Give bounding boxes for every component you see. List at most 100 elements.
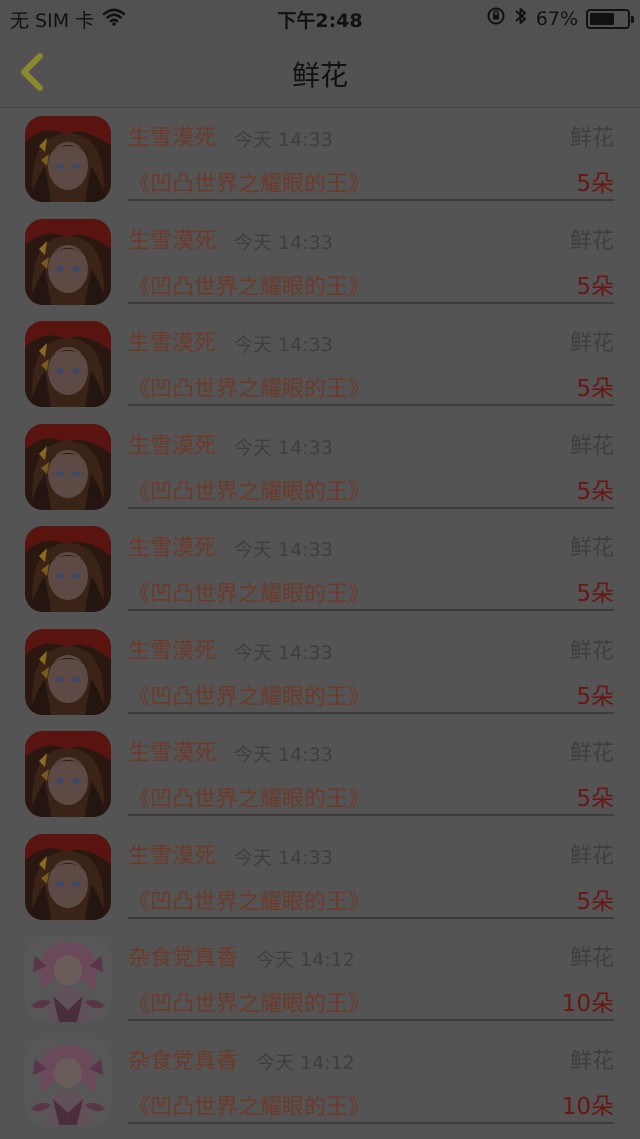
timestamp: 今天 14:33	[234, 539, 333, 561]
gift-count: 5朵	[576, 786, 614, 812]
navigation-bar: 鲜花	[0, 36, 640, 108]
avatar-dark-haired-girl[interactable]	[25, 218, 111, 305]
gift-type: 鲜花	[569, 433, 614, 459]
divider	[128, 199, 614, 201]
book-title[interactable]: 《凹凸世界之耀眼的王》	[128, 371, 370, 403]
username[interactable]: 生雪漠死	[128, 633, 216, 665]
gift-type: 鲜花	[569, 228, 614, 254]
book-title[interactable]: 《凹凸世界之耀眼的王》	[128, 781, 370, 813]
book-title[interactable]: 《凹凸世界之耀眼的王》	[128, 884, 370, 916]
timestamp: 今天 14:33	[234, 846, 333, 869]
divider	[128, 404, 614, 406]
list-item-header: 生雪漠死 今天 14:33 鲜花	[128, 633, 614, 667]
list-item[interactable]: 生雪漠死 今天 14:33 鲜花 《凹凸世界之耀眼的王》 5朵	[0, 518, 640, 621]
timestamp: 今天 14:33	[234, 231, 333, 254]
book-title[interactable]: 《凹凸世界之耀眼的王》	[128, 576, 370, 608]
list-item[interactable]: 生雪漠死 今天 14:33 鲜花 《凹凸世界之耀眼的王》 5朵	[0, 313, 640, 416]
gift-count: 5朵	[576, 478, 614, 505]
page-title: 鲜花	[291, 59, 348, 92]
avatar-dark-haired-girl[interactable]	[25, 526, 111, 612]
username[interactable]: 生雪漠死	[128, 428, 216, 460]
book-title[interactable]: 《凹凸世界之耀眼的王》	[128, 474, 370, 506]
timestamp: 今天 14:33	[234, 334, 333, 356]
divider	[128, 1019, 614, 1021]
divider	[128, 1121, 614, 1124]
gift-count: 5朵	[576, 171, 614, 197]
battery-percent: 67%	[535, 7, 578, 30]
list-item[interactable]: 杂食党真香 今天 14:12 鲜花 《凹凸世界之耀眼的王》 10朵	[0, 928, 640, 1031]
username[interactable]: 生雪漠死	[128, 735, 216, 767]
gift-type: 鲜花	[569, 741, 614, 766]
divider	[128, 916, 614, 919]
avatar-dark-haired-girl[interactable]	[25, 628, 111, 715]
divider	[128, 814, 614, 816]
timestamp: 今天 14:12	[256, 1051, 355, 1074]
timestamp: 今天 14:12	[256, 949, 355, 971]
list-item[interactable]: 生雪漠死 今天 14:33 鲜花 《凹凸世界之耀眼的王》 5朵	[0, 108, 640, 211]
battery-icon	[586, 8, 634, 29]
gift-count: 10朵	[561, 991, 614, 1017]
book-title[interactable]: 《凹凸世界之耀眼的王》	[128, 269, 370, 301]
gift-type: 鲜花	[569, 536, 614, 561]
gift-type: 鲜花	[569, 946, 614, 971]
divider	[128, 506, 614, 509]
timestamp: 今天 14:33	[234, 744, 333, 766]
gift-count: 5朵	[576, 683, 614, 710]
list-item-header: 生雪漠死 今天 14:33 鲜花	[128, 223, 614, 257]
list-item[interactable]: 生雪漠死 今天 14:33 鲜花 《凹凸世界之耀眼的王》 5朵	[0, 416, 640, 519]
list-item-header: 生雪漠死 今天 14:33 鲜花	[128, 838, 614, 872]
avatar-pink-haired-girl[interactable]	[25, 936, 111, 1022]
gift-count: 5朵	[576, 273, 614, 300]
list-item-header: 生雪漠死 今天 14:33 鲜花	[128, 735, 614, 769]
status-right: 67%	[486, 6, 634, 31]
battery-fill	[590, 12, 614, 25]
status-bar: 无 SIM 卡 下午2:48 67%	[0, 0, 640, 36]
divider	[128, 301, 614, 304]
avatar-pink-haired-girl[interactable]	[25, 1038, 111, 1125]
username[interactable]: 生雪漠死	[128, 120, 216, 152]
divider	[128, 609, 614, 611]
username[interactable]: 杂食党真香	[128, 1043, 238, 1075]
gift-count: 5朵	[576, 581, 614, 607]
timestamp: 今天 14:33	[234, 129, 333, 151]
list-item[interactable]: 生雪漠死 今天 14:33 鲜花 《凹凸世界之耀眼的王》 5朵	[0, 621, 640, 724]
list-item-header: 生雪漠死 今天 14:33 鲜花	[128, 325, 614, 359]
flower-gift-list: 生雪漠死 今天 14:33 鲜花 《凹凸世界之耀眼的王》 5朵 生雪漠死 今天 …	[0, 108, 640, 1133]
book-title[interactable]: 《凹凸世界之耀眼的王》	[128, 166, 370, 198]
avatar-dark-haired-girl[interactable]	[25, 321, 111, 407]
gift-type: 鲜花	[569, 843, 614, 869]
list-item-header: 杂食党真香 今天 14:12 鲜花	[128, 940, 614, 974]
username[interactable]: 生雪漠死	[128, 838, 216, 870]
gift-count: 10朵	[561, 1093, 614, 1120]
gift-count: 5朵	[576, 888, 614, 915]
orientation-lock-icon	[486, 6, 506, 31]
avatar-dark-haired-girl[interactable]	[25, 731, 111, 817]
username[interactable]: 杂食党真香	[128, 940, 238, 972]
timestamp: 今天 14:33	[234, 436, 333, 459]
book-title[interactable]: 《凹凸世界之耀眼的王》	[128, 1089, 370, 1121]
list-item[interactable]: 生雪漠死 今天 14:33 鲜花 《凹凸世界之耀眼的王》 5朵	[0, 826, 640, 929]
gift-type: 鲜花	[569, 638, 614, 664]
gift-count: 5朵	[576, 376, 614, 402]
username[interactable]: 生雪漠死	[128, 325, 216, 357]
divider	[128, 711, 614, 714]
list-item-header: 杂食党真香 今天 14:12 鲜花	[128, 1043, 614, 1077]
avatar-dark-haired-girl[interactable]	[25, 833, 111, 920]
list-item-header: 生雪漠死 今天 14:33 鲜花	[128, 428, 614, 462]
gift-type: 鲜花	[569, 1048, 614, 1074]
username[interactable]: 生雪漠死	[128, 530, 216, 562]
gift-type: 鲜花	[569, 126, 614, 151]
book-title[interactable]: 《凹凸世界之耀眼的王》	[128, 986, 370, 1018]
timestamp: 今天 14:33	[234, 641, 333, 664]
avatar-dark-haired-girl[interactable]	[25, 423, 111, 510]
book-title[interactable]: 《凹凸世界之耀眼的王》	[128, 679, 370, 711]
gift-type: 鲜花	[569, 331, 614, 356]
avatar-dark-haired-girl[interactable]	[25, 116, 111, 202]
list-item-header: 生雪漠死 今天 14:33 鲜花	[128, 530, 614, 564]
list-item[interactable]: 杂食党真香 今天 14:12 鲜花 《凹凸世界之耀眼的王》 10朵	[0, 1031, 640, 1134]
username[interactable]: 生雪漠死	[128, 223, 216, 255]
list-item[interactable]: 生雪漠死 今天 14:33 鲜花 《凹凸世界之耀眼的王》 5朵	[0, 211, 640, 314]
list-item-header: 生雪漠死 今天 14:33 鲜花	[128, 120, 614, 154]
list-item[interactable]: 生雪漠死 今天 14:33 鲜花 《凹凸世界之耀眼的王》 5朵	[0, 723, 640, 826]
bluetooth-icon	[514, 6, 528, 31]
